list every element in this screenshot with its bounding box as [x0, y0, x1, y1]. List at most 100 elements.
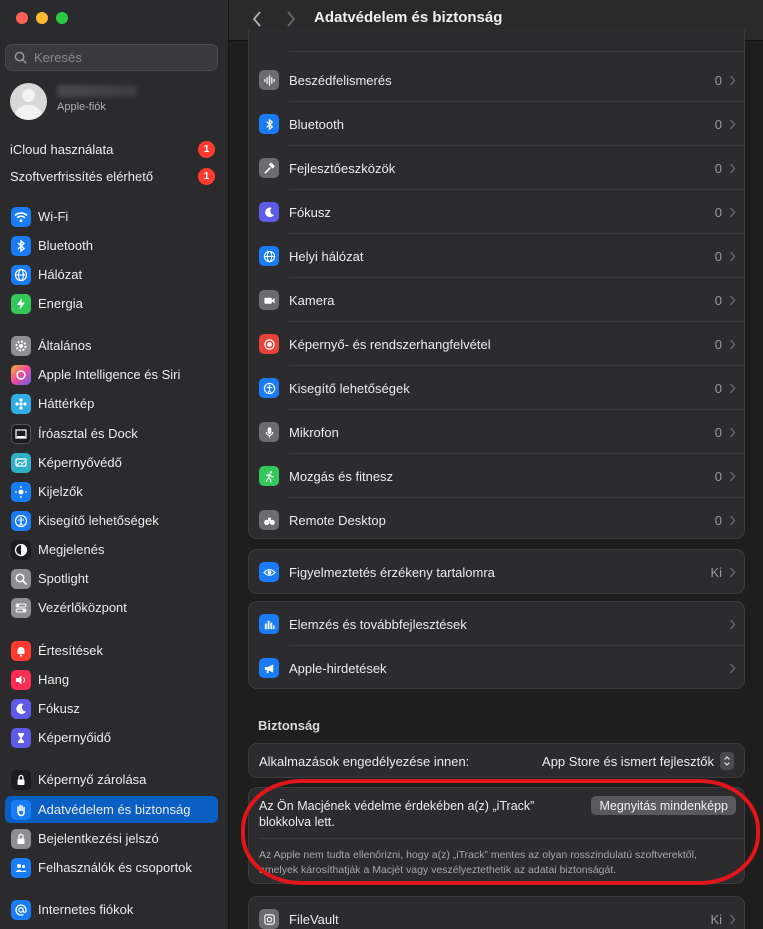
row-developer-tools[interactable]: Fejlesztőeszközök 0 — [249, 146, 744, 190]
hourglass-icon — [11, 727, 31, 748]
sidebar-item-lock-screen[interactable]: Képernyő zárolása — [5, 766, 218, 793]
sidebar-item-accessibility[interactable]: Kisegítő lehetőségek — [5, 507, 218, 534]
system-settings-window: Apple-fiók iCloud használata 1 Szoftverf… — [0, 0, 763, 929]
account-name-redacted — [57, 85, 137, 97]
bolt-icon — [11, 293, 31, 314]
chevron-up-down-icon — [720, 752, 734, 770]
row-bluetooth[interactable]: Bluetooth 0 — [249, 102, 744, 146]
divider — [289, 51, 744, 52]
sidebar-item-internet-accounts[interactable]: Internetes fiókok — [5, 896, 218, 923]
sidebar-item-appearance[interactable]: Megjelenés — [5, 536, 218, 563]
row-speech-recognition[interactable]: Beszédfelismerés 0 — [249, 58, 744, 102]
sidebar-item-wallpaper[interactable]: Háttérkép — [5, 390, 218, 417]
row-analytics[interactable]: Elemzés és továbbfejlesztések — [249, 602, 744, 646]
sidebar-item-control-center[interactable]: Vezérlőközpont — [5, 594, 218, 621]
notice-icloud[interactable]: iCloud használata 1 — [10, 138, 215, 160]
bluetooth-icon — [259, 114, 279, 134]
sidebar-item-notifications[interactable]: Értesítések — [5, 637, 218, 664]
sidebar-item-privacy-security[interactable]: Adatvédelem és biztonság — [5, 796, 218, 823]
blocked-app-warning: Az Ön Macjének védelme érdekében a(z) „i… — [248, 787, 745, 884]
close-button[interactable] — [16, 12, 28, 24]
apple-account[interactable]: Apple-fiók — [10, 83, 175, 120]
accessibility-icon — [11, 510, 31, 531]
users-icon — [11, 857, 31, 878]
notice-software-update[interactable]: Szoftverfrissítés elérhető 1 — [10, 165, 215, 187]
sidebar-item-energy[interactable]: Energia — [5, 290, 218, 317]
sidebar-item-desktop-dock[interactable]: Íróasztal és Dock — [5, 420, 218, 447]
sidebar-item-network[interactable]: Hálózat — [5, 261, 218, 288]
notification-badge: 1 — [198, 140, 215, 158]
moon-icon — [259, 202, 279, 222]
blocked-app-message: Az Ön Macjének védelme érdekében a(z) „i… — [259, 799, 535, 829]
blocked-app-detail: Az Apple nem tudta ellenőrizni, hogy a(z… — [259, 849, 697, 876]
chevron-right-icon — [730, 663, 736, 673]
row-apple-ads[interactable]: Apple-hirdetések — [249, 646, 744, 688]
sidebar-item-apple-intelligence[interactable]: Apple Intelligence és Siri — [5, 361, 218, 388]
chevron-right-icon — [730, 383, 736, 393]
gear-icon — [11, 335, 31, 356]
search-input[interactable] — [32, 49, 206, 66]
sidebar-item-bluetooth[interactable]: Bluetooth — [5, 232, 218, 259]
open-anyway-button[interactable]: Megnyitás mindenképp — [591, 796, 736, 815]
sidebar-item-screen-time[interactable]: Képernyőidő — [5, 724, 218, 751]
sidebar-item-spotlight[interactable]: Spotlight — [5, 565, 218, 592]
chevron-right-icon — [730, 207, 736, 217]
sensitive-content-group: Figyelmeztetés érzékeny tartalomra Ki — [248, 549, 745, 594]
row-filevault[interactable]: FileVault Ki — [249, 897, 744, 929]
chevron-right-icon — [730, 619, 736, 629]
sidebar-item-focus[interactable]: Fókusz — [5, 695, 218, 722]
sidebar-item-users-groups[interactable]: Felhasználók és csoportok — [5, 854, 218, 881]
record-icon — [259, 334, 279, 354]
chevron-right-icon — [730, 119, 736, 129]
waveform-icon — [259, 70, 279, 90]
window-controls — [16, 12, 68, 24]
row-remote-desktop[interactable]: Remote Desktop 0 — [249, 498, 744, 538]
row-screen-recording[interactable]: Képernyő- és rendszerhangfelvétel 0 — [249, 322, 744, 366]
sidebar-item-wifi[interactable]: Wi-Fi — [5, 203, 218, 230]
row-accessibility[interactable]: Kisegítő lehetőségek 0 — [249, 366, 744, 410]
row-local-network[interactable]: Helyi hálózat 0 — [249, 234, 744, 278]
privacy-permissions-list: Beszédfelismerés 0 Bluetooth 0 Fejlesztő… — [248, 30, 745, 539]
microphone-icon — [259, 422, 279, 442]
sidebar-item-general[interactable]: Általános — [5, 332, 218, 359]
filevault-group: FileVault Ki — [248, 896, 745, 929]
row-focus[interactable]: Fókusz 0 — [249, 190, 744, 234]
allow-apps-popup[interactable]: App Store és ismert fejlesztők — [542, 750, 734, 772]
analytics-group: Elemzés és továbbfejlesztések Apple-hird… — [248, 601, 745, 689]
back-button[interactable] — [246, 8, 268, 30]
sidebar-item-sound[interactable]: Hang — [5, 666, 218, 693]
bell-icon — [11, 640, 31, 661]
bar-chart-icon — [259, 614, 279, 634]
forward-button[interactable] — [280, 8, 302, 30]
siri-icon — [11, 364, 31, 385]
row-motion-fitness[interactable]: Mozgás és fitnesz 0 — [249, 454, 744, 498]
eye-warning-icon — [259, 562, 279, 582]
row-microphone[interactable]: Mikrofon 0 — [249, 410, 744, 454]
speaker-icon — [11, 669, 31, 690]
vault-icon — [259, 909, 279, 929]
chevron-right-icon — [730, 163, 736, 173]
accessibility-icon — [259, 378, 279, 398]
chevron-right-icon — [287, 11, 296, 27]
zoom-button[interactable] — [56, 12, 68, 24]
running-icon — [259, 466, 279, 486]
minimize-button[interactable] — [36, 12, 48, 24]
lock-icon — [11, 828, 31, 849]
spotlight-icon — [11, 568, 31, 589]
row-sensitive-content-warning[interactable]: Figyelmeztetés érzékeny tartalomra Ki — [249, 550, 744, 593]
sidebar-item-screensaver[interactable]: Képernyővédő — [5, 449, 218, 476]
toggles-icon — [11, 597, 31, 618]
page-title: Adatvédelem és biztonság — [314, 9, 503, 26]
chevron-right-icon — [730, 295, 736, 305]
sun-icon — [11, 481, 31, 502]
search-field[interactable] — [5, 44, 218, 71]
main-pane: Adatvédelem és biztonság Beszédfelismeré… — [229, 0, 763, 929]
search-icon — [14, 51, 27, 64]
sidebar-item-login-password[interactable]: Bejelentkezési jelszó — [5, 825, 218, 852]
globe-icon — [11, 264, 31, 285]
globe-icon — [259, 246, 279, 266]
chevron-right-icon — [730, 75, 736, 85]
sidebar-item-displays[interactable]: Kijelzők — [5, 478, 218, 505]
row-camera[interactable]: Kamera 0 — [249, 278, 744, 322]
chevron-right-icon — [730, 567, 736, 577]
